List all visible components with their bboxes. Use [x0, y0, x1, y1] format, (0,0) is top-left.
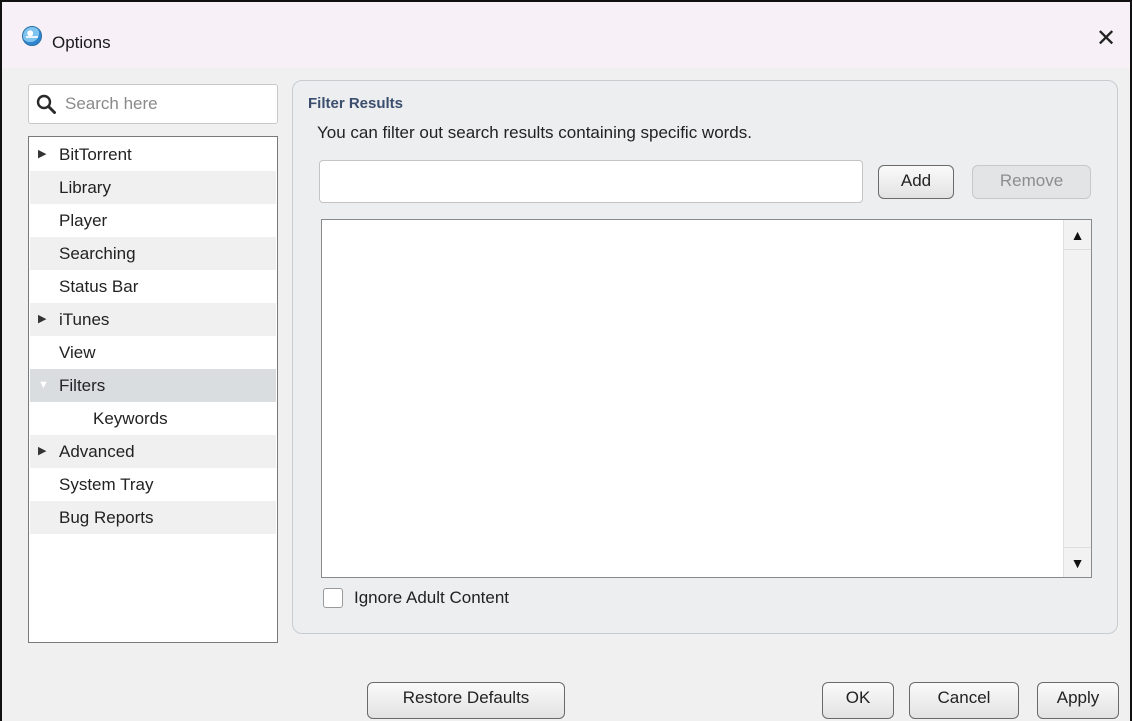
keyword-input[interactable] — [319, 160, 863, 203]
add-button[interactable]: Add — [878, 165, 954, 199]
nav-item-library[interactable]: Library — [30, 171, 276, 204]
search-box — [28, 84, 278, 124]
nav-item-label: BitTorrent — [59, 145, 132, 164]
vertical-scrollbar[interactable]: ▲ ▼ — [1063, 220, 1091, 577]
keyword-list[interactable]: ▲ ▼ — [321, 219, 1092, 578]
nav-item-itunes[interactable]: ▶ iTunes — [30, 303, 276, 336]
filter-results-panel: Filter Results You can filter out search… — [292, 80, 1118, 634]
nav-item-system-tray[interactable]: System Tray — [30, 468, 276, 501]
options-dialog: Options ✕ ▶ BitTorrent Library Player Se… — [0, 0, 1132, 721]
nav-item-label: Filters — [59, 376, 106, 395]
nav-item-label: Searching — [59, 244, 136, 263]
nav-item-advanced[interactable]: ▶ Advanced — [30, 435, 276, 468]
nav-item-label: System Tray — [59, 475, 154, 494]
ignore-adult-content-checkbox[interactable] — [323, 588, 343, 608]
apply-button[interactable]: Apply — [1037, 682, 1119, 719]
nav-item-bittorrent[interactable]: ▶ BitTorrent — [30, 138, 276, 171]
ok-button[interactable]: OK — [822, 682, 894, 719]
globe-icon — [22, 26, 42, 46]
nav-item-label: Bug Reports — [59, 508, 154, 527]
nav-item-label: Player — [59, 211, 108, 230]
panel-title: Filter Results — [308, 95, 404, 112]
nav-item-label: Library — [59, 178, 111, 197]
nav-item-label: Keywords — [93, 409, 168, 428]
scroll-down-icon[interactable]: ▼ — [1064, 547, 1091, 577]
options-nav-tree: ▶ BitTorrent Library Player Searching St… — [28, 136, 278, 643]
expand-arrow-icon[interactable]: ▶ — [38, 138, 46, 171]
search-input[interactable] — [65, 93, 270, 115]
search-icon — [36, 94, 56, 114]
scroll-up-icon[interactable]: ▲ — [1064, 220, 1091, 250]
nav-item-filters[interactable]: ▼ Filters — [30, 369, 276, 402]
nav-item-status-bar[interactable]: Status Bar — [30, 270, 276, 303]
panel-description: You can filter out search results contai… — [317, 123, 752, 142]
title-bar: Options ✕ — [2, 2, 1130, 68]
close-icon[interactable]: ✕ — [1096, 27, 1116, 51]
nav-item-label: Status Bar — [59, 277, 139, 296]
nav-item-player[interactable]: Player — [30, 204, 276, 237]
ignore-adult-content-label: Ignore Adult Content — [354, 588, 510, 607]
expand-arrow-icon[interactable]: ▶ — [38, 303, 46, 336]
window-title: Options — [52, 33, 111, 52]
nav-item-bug-reports[interactable]: Bug Reports — [30, 501, 276, 534]
collapse-arrow-icon[interactable]: ▼ — [38, 369, 49, 402]
nav-item-label: Advanced — [59, 442, 135, 461]
remove-button[interactable]: Remove — [972, 165, 1091, 199]
nav-item-keywords[interactable]: Keywords — [30, 402, 276, 435]
nav-item-view[interactable]: View — [30, 336, 276, 369]
nav-item-searching[interactable]: Searching — [30, 237, 276, 270]
restore-defaults-button[interactable]: Restore Defaults — [367, 682, 565, 719]
expand-arrow-icon[interactable]: ▶ — [38, 435, 46, 468]
nav-item-label: iTunes — [59, 310, 110, 329]
nav-item-label: View — [59, 343, 96, 362]
cancel-button[interactable]: Cancel — [909, 682, 1019, 719]
